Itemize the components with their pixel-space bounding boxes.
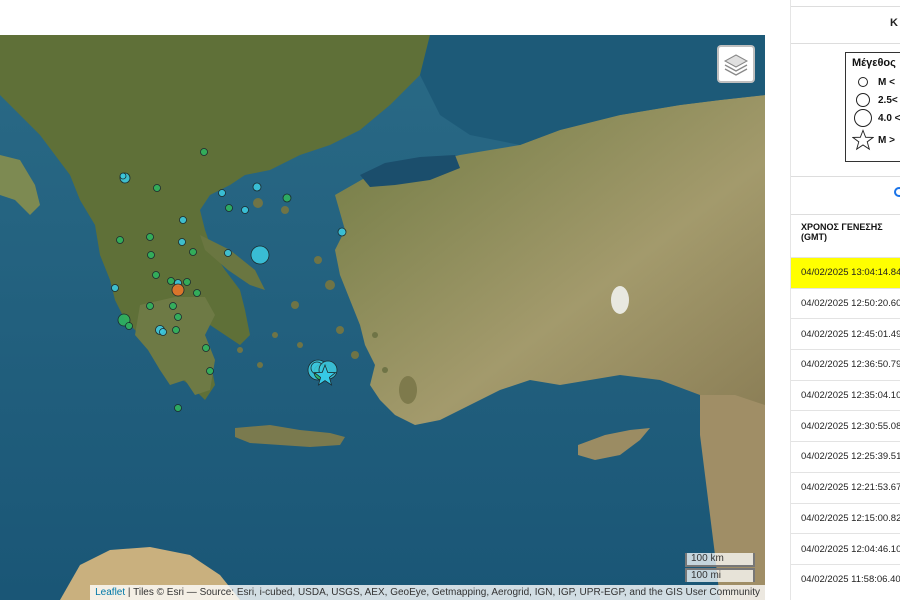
table-row[interactable]: 04/02/2025 13:04:14.84 bbox=[791, 257, 900, 288]
table-row[interactable]: 04/02/2025 12:50:20.60 bbox=[791, 287, 900, 319]
attribution-text: | Tiles © Esri — Source: Esri, i-cubed, … bbox=[125, 587, 760, 598]
earthquake-marker[interactable] bbox=[282, 193, 292, 203]
header-line-2: (GMT) bbox=[801, 232, 827, 242]
earthquake-marker[interactable] bbox=[189, 248, 197, 256]
legend-label-large: 4.0 < bbox=[878, 112, 900, 124]
earthquake-marker[interactable] bbox=[153, 184, 161, 192]
earthquake-marker[interactable] bbox=[202, 344, 210, 352]
leaflet-link[interactable]: Leaflet bbox=[95, 587, 125, 598]
earthquake-marker[interactable] bbox=[337, 227, 347, 237]
legend-row-large: 4.0 < bbox=[852, 109, 900, 127]
panel-divider bbox=[791, 176, 900, 177]
earthquake-marker[interactable] bbox=[147, 251, 155, 259]
legend-row-small: M < bbox=[852, 73, 900, 91]
rhodes-island bbox=[399, 376, 417, 404]
map-view[interactable]: 100 km 100 mi Leaflet | Tiles © Esri — S… bbox=[0, 35, 765, 600]
earthquake-marker[interactable] bbox=[241, 206, 249, 214]
radio-option-icon[interactable] bbox=[894, 187, 900, 197]
map-scale: 100 km 100 mi bbox=[685, 553, 755, 582]
earthquake-marker[interactable] bbox=[225, 204, 233, 212]
legend-row-medium: 2.5< bbox=[852, 91, 900, 109]
table-row[interactable]: 04/02/2025 12:30:55.08 bbox=[791, 410, 900, 441]
earthquake-marker[interactable] bbox=[125, 322, 133, 330]
earthquake-marker[interactable] bbox=[179, 216, 187, 224]
table-row[interactable]: 04/02/2025 12:04:46.10 bbox=[791, 533, 900, 564]
table-row[interactable]: 04/02/2025 12:36:50.79 bbox=[791, 349, 900, 380]
scale-mi: 100 mi bbox=[685, 568, 755, 582]
earthquake-marker[interactable] bbox=[116, 236, 124, 244]
earthquake-marker[interactable] bbox=[224, 249, 232, 257]
table-row[interactable]: 04/02/2025 12:45:01.49 bbox=[791, 318, 900, 349]
table-row[interactable]: 04/02/2025 12:35:04.10 bbox=[791, 379, 900, 411]
panel-divider bbox=[791, 214, 900, 215]
scale-km: 100 km bbox=[685, 553, 755, 567]
earthquake-marker[interactable] bbox=[193, 289, 201, 297]
legend-title: Μέγεθος bbox=[852, 57, 896, 69]
panel-top-header: Κ bbox=[791, 6, 900, 44]
table-row[interactable]: 04/02/2025 12:21:53.67 bbox=[791, 471, 900, 503]
earthquake-marker[interactable] bbox=[250, 245, 270, 265]
earthquake-marker[interactable] bbox=[152, 271, 160, 279]
circle-medium-icon bbox=[856, 93, 870, 107]
star-icon bbox=[852, 129, 874, 151]
earthquake-marker[interactable] bbox=[200, 148, 208, 156]
earthquake-marker[interactable] bbox=[174, 404, 182, 412]
legend-label-star: M > bbox=[878, 134, 895, 146]
lake-tuz bbox=[611, 286, 629, 314]
table-row[interactable]: 04/02/2025 11:58:06.40 bbox=[791, 563, 900, 595]
earthquake-marker[interactable] bbox=[252, 182, 262, 192]
earthquake-marker[interactable] bbox=[171, 283, 185, 297]
legend-row-star: M > bbox=[852, 127, 900, 153]
side-panel: Κ Μέγεθος M < 2.5< 4.0 < M > ΧΡΟΝΟΣ ΓΕΝΕ… bbox=[790, 0, 900, 600]
earthquake-marker[interactable] bbox=[119, 172, 127, 180]
legend-label-small: M < bbox=[878, 76, 895, 88]
earthquake-marker[interactable] bbox=[178, 238, 186, 246]
layers-icon bbox=[723, 54, 749, 76]
header-line-1: ΧΡΟΝΟΣ ΓΕΝΕΣΗΣ bbox=[801, 222, 883, 232]
earthquake-marker[interactable] bbox=[167, 277, 175, 285]
earthquake-marker[interactable] bbox=[206, 367, 214, 375]
events-table: 04/02/2025 13:04:14.84 04/02/2025 12:50:… bbox=[791, 257, 900, 595]
earthquake-marker[interactable] bbox=[159, 328, 167, 336]
earthquake-marker[interactable] bbox=[183, 278, 191, 286]
satellite-basemap[interactable] bbox=[0, 35, 765, 600]
layers-control-button[interactable] bbox=[717, 45, 755, 83]
earthquake-marker[interactable] bbox=[172, 326, 180, 334]
map-attribution: Leaflet | Tiles © Esri — Source: Esri, i… bbox=[90, 585, 765, 600]
earthquake-marker[interactable] bbox=[218, 189, 226, 197]
app-root: 100 km 100 mi Leaflet | Tiles © Esri — S… bbox=[0, 0, 900, 600]
magnitude-legend: Μέγεθος M < 2.5< 4.0 < M > bbox=[845, 52, 900, 162]
earthquake-marker[interactable] bbox=[146, 233, 154, 241]
origin-time-column-header[interactable]: ΧΡΟΝΟΣ ΓΕΝΕΣΗΣ (GMT) bbox=[791, 222, 900, 256]
earthquake-marker[interactable] bbox=[146, 302, 154, 310]
earthquake-marker[interactable] bbox=[169, 302, 177, 310]
circle-small-icon bbox=[858, 77, 868, 87]
table-row[interactable]: 04/02/2025 12:25:39.51 bbox=[791, 441, 900, 472]
legend-label-medium: 2.5< bbox=[878, 94, 898, 106]
circle-large-icon bbox=[854, 109, 872, 127]
earthquake-marker[interactable] bbox=[174, 313, 182, 321]
earthquake-marker[interactable] bbox=[111, 284, 119, 292]
table-row[interactable]: 04/02/2025 12:15:00.82 bbox=[791, 502, 900, 534]
